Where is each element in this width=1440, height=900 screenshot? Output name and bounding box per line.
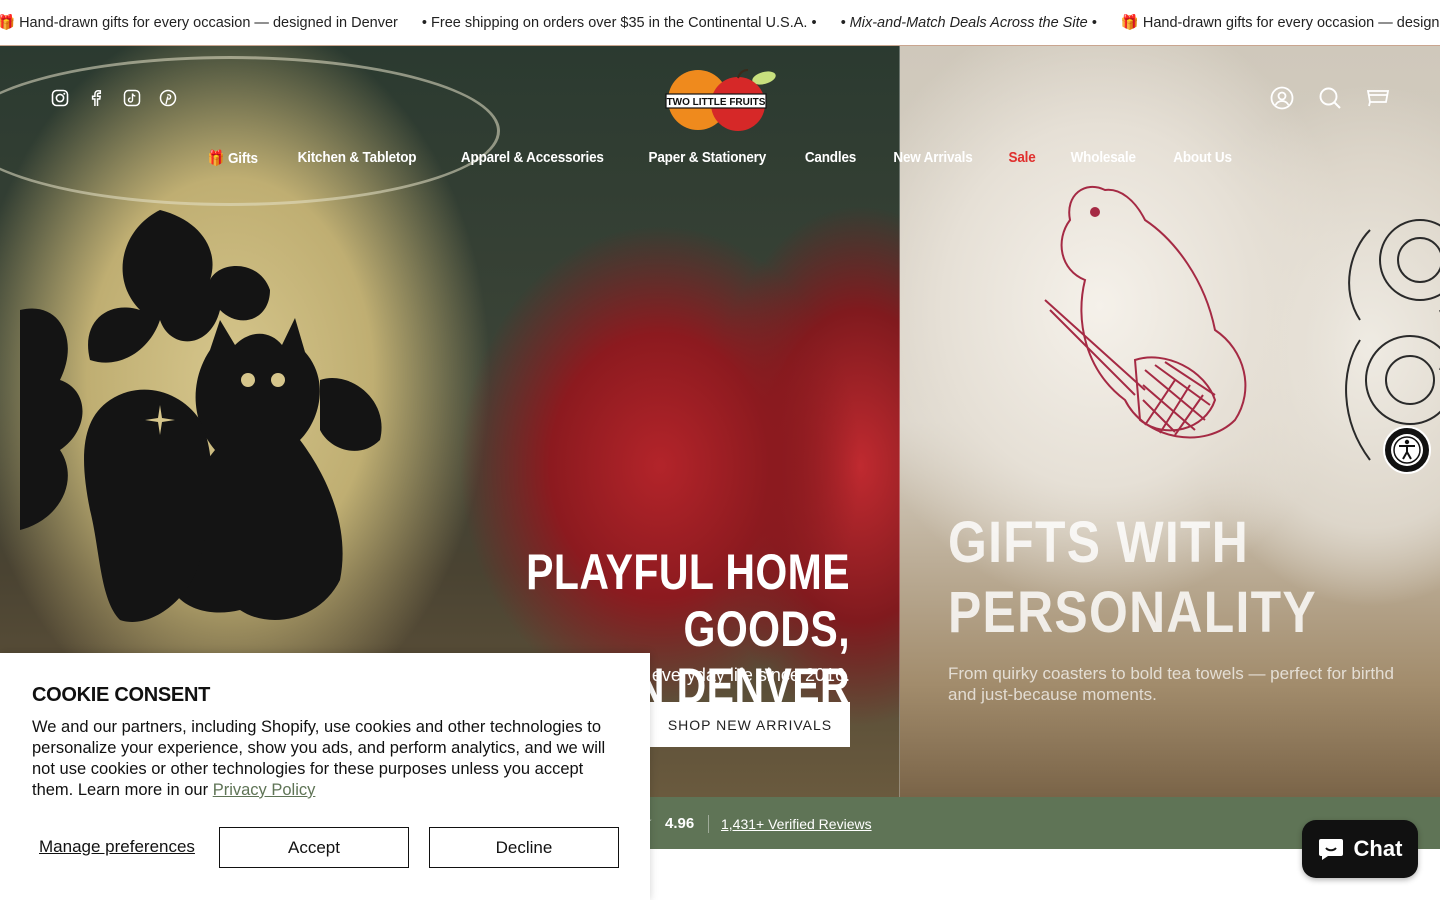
site-logo[interactable]: TWO LITTLE FRUITS [664,68,778,132]
review-score: 4.96 [665,815,695,832]
announcement-item: 🎁 Hand-drawn gifts for every occasion — … [1120,15,1440,31]
hero-right-subtitle: From quirky coasters to bold tea towels … [948,663,1440,705]
nav-item-new-arrivals[interactable]: New Arrivals [894,149,973,167]
chat-icon [1318,839,1343,860]
review-separator [708,815,709,833]
cookie-body-text: We and our partners, including Shopify, … [32,718,606,799]
instagram-icon[interactable] [50,88,70,108]
hero-right-title-line: PERSONALITY [948,580,1317,645]
nav-item-paper-stationery[interactable]: Paper & Stationery [648,149,766,167]
tiktok-icon[interactable] [122,88,142,108]
glass-rim [0,56,500,206]
nav-item-sale[interactable]: Sale [1009,149,1036,167]
header-utilities [1270,86,1390,110]
privacy-policy-link[interactable]: Privacy Policy [213,781,316,799]
nav-item-apparel-accessories[interactable]: Apparel & Accessories [461,149,604,167]
facebook-icon[interactable] [86,88,106,108]
shop-new-arrivals-button[interactable]: SHOP NEW ARRIVALS [650,702,850,747]
groundhog-illustration [1044,185,1247,439]
accessibility-button[interactable] [1383,426,1431,474]
cookie-body: We and our partners, including Shopify, … [32,717,627,801]
accept-button[interactable]: Accept [219,827,409,868]
accessibility-icon [1391,434,1423,466]
manage-preferences-button[interactable]: Manage preferences [39,837,195,857]
hero-right-title-line: GIFTS WITH [948,510,1250,575]
cookie-consent-banner: COOKIE CONSENT We and our partners, incl… [0,653,650,900]
announcement-item: • Mix-and-Match Deals Across the Site • [840,15,1097,31]
account-icon[interactable] [1270,86,1294,110]
chat-button[interactable]: Chat [1302,820,1418,878]
search-icon[interactable] [1318,86,1342,110]
hero-left-title-line: PLAYFUL HOME GOODS, [526,544,850,657]
cookie-title: COOKIE CONSENT [32,684,211,706]
announcement-bar: 🎁 Hand-drawn gifts for every occasion — … [0,0,1440,46]
nav-item-about-us[interactable]: About Us [1173,149,1232,167]
announcement-track: 🎁 Hand-drawn gifts for every occasion — … [0,14,1440,31]
verified-reviews-link[interactable]: 1,431+ Verified Reviews [721,816,872,832]
pinterest-icon[interactable] [158,88,178,108]
cart-icon[interactable] [1366,86,1390,110]
main-nav: 🎁 Gifts Kitchen & Tabletop Apparel & Acc… [0,149,1440,167]
announcement-item: • Free shipping on orders over $35 in th… [421,15,817,31]
announcement-item: 🎁 Hand-drawn gifts for every occasion — … [0,15,398,31]
nav-item-kitchen-tabletop[interactable]: Kitchen & Tabletop [298,149,417,167]
decline-button[interactable]: Decline [429,827,619,868]
hero-right-title: GIFTS WITH PERSONALITY [948,508,1352,648]
logo-text: TWO LITTLE FRUITS [667,97,766,108]
nav-item-candles[interactable]: Candles [805,149,856,167]
chat-label: Chat [1353,836,1403,861]
hero-right-subtitle-line: From quirky coasters to bold tea towels … [948,664,1394,683]
nav-item-gifts[interactable]: 🎁 Gifts [208,149,258,167]
cat-illustration [20,210,382,622]
social-links [50,88,178,108]
hero-right-subtitle-line: and just-because moments. [948,685,1157,704]
nav-item-wholesale[interactable]: Wholesale [1071,149,1136,167]
